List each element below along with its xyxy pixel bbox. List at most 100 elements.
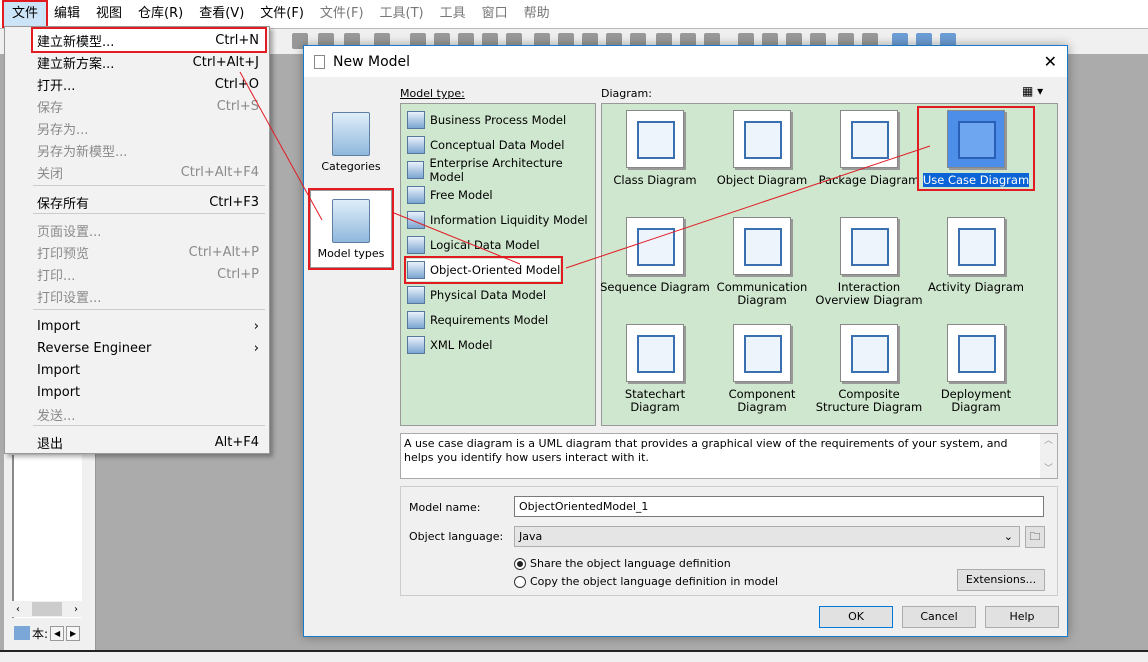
- menu-item-label: Import: [37, 318, 81, 334]
- model-type-item[interactable]: XML Model: [407, 334, 492, 356]
- menu-0[interactable]: 文件: [1, 0, 49, 28]
- file-menu-item[interactable]: 关闭 Ctrl+Alt+F4: [33, 161, 265, 183]
- diagram-icon: [947, 324, 1005, 382]
- model-type-item[interactable]: Requirements Model: [407, 309, 548, 331]
- model-type-icon: [407, 161, 425, 179]
- diagram-label: Interaction Overview Diagram: [815, 280, 923, 307]
- menu-6[interactable]: 文件(F): [312, 2, 372, 26]
- model-type-icon: [407, 311, 425, 329]
- diagram-item[interactable]: Package Diagram: [814, 110, 924, 187]
- radio-share-language[interactable]: Share the object language definition: [514, 557, 731, 570]
- file-menu-item[interactable]: Import: [33, 381, 265, 403]
- file-menu-item[interactable]: 打开... Ctrl+O: [33, 73, 265, 95]
- model-types-icon: [332, 199, 370, 243]
- model-type-item[interactable]: Conceptual Data Model: [407, 134, 564, 156]
- diagram-item[interactable]: Communication Diagram: [707, 217, 817, 307]
- diagram-item[interactable]: Object Diagram: [707, 110, 817, 187]
- model-type-item[interactable]: Enterprise Architecture Model: [407, 156, 595, 184]
- diagram-item[interactable]: Activity Diagram: [921, 217, 1031, 294]
- diagram-label: Component Diagram: [728, 387, 796, 414]
- file-menu-item[interactable]: 退出 Alt+F4: [33, 431, 265, 453]
- diagram-item[interactable]: Interaction Overview Diagram: [814, 217, 924, 307]
- model-type-icon: [407, 286, 425, 304]
- view-mode-icon[interactable]: ▦ ▾: [1022, 84, 1043, 98]
- file-menu-item[interactable]: 另存为新模型...: [33, 139, 265, 161]
- diagram-icon: [840, 110, 898, 168]
- cancel-button[interactable]: Cancel: [902, 606, 976, 628]
- diagram-item[interactable]: Composite Structure Diagram: [814, 324, 924, 414]
- category-categories[interactable]: Categories: [310, 112, 392, 173]
- menu-8[interactable]: 工具: [432, 2, 474, 26]
- menu-item-label: Reverse Engineer: [37, 340, 152, 356]
- description-scrollbar[interactable]: ︿ ﹀: [1040, 434, 1057, 478]
- menu-9[interactable]: 窗口: [474, 2, 516, 26]
- scroll-left-icon[interactable]: ‹: [16, 604, 20, 615]
- radio-indicator[interactable]: [514, 575, 526, 588]
- file-menu-item[interactable]: Reverse Engineer ›: [33, 337, 265, 359]
- menu-item-label: 打印设置...: [37, 290, 102, 306]
- model-type-item[interactable]: Physical Data Model: [407, 284, 546, 306]
- menu-item-label: 打印预览: [37, 246, 90, 262]
- diagram-item[interactable]: Component Diagram: [707, 324, 817, 414]
- category-model-types[interactable]: Model types: [308, 188, 394, 270]
- category-label: Model types: [317, 247, 385, 260]
- tab-next-button[interactable]: ▶: [66, 625, 81, 641]
- model-type-item[interactable]: Free Model: [407, 184, 493, 206]
- menu-5[interactable]: 文件(F): [252, 2, 312, 26]
- menu-item-shortcut: Ctrl+Alt+J: [192, 54, 259, 70]
- menu-item-shortcut: ›: [253, 340, 259, 356]
- file-menu-item[interactable]: 打印设置...: [33, 285, 265, 307]
- menu-1[interactable]: 编辑: [46, 2, 88, 26]
- help-button[interactable]: Help: [985, 606, 1059, 628]
- tab-prev-button[interactable]: ◀: [50, 625, 65, 641]
- menu-4[interactable]: 查看(V): [191, 2, 252, 26]
- scroll-right-icon[interactable]: ›: [74, 604, 78, 615]
- diagram-item[interactable]: Class Diagram: [600, 110, 710, 187]
- file-menu-item[interactable]: 保存 Ctrl+S: [33, 95, 265, 117]
- file-menu-item[interactable]: 建立新模型... Ctrl+N: [31, 27, 267, 53]
- chevron-down-icon: ⌄: [1003, 530, 1013, 543]
- diagram-item[interactable]: Statechart Diagram: [600, 324, 710, 414]
- diagram-item[interactable]: Sequence Diagram: [600, 217, 710, 294]
- diagram-icon: [733, 324, 791, 382]
- menu-7[interactable]: 工具(T): [372, 2, 432, 26]
- diagram-item[interactable]: Use Case Diagram: [917, 106, 1035, 191]
- file-menu-item[interactable]: 另存为...: [33, 117, 265, 139]
- model-type-item[interactable]: Object-Oriented Model: [403, 256, 564, 284]
- menu-10[interactable]: 帮助: [516, 2, 558, 26]
- model-type-item[interactable]: Information Liquidity Model: [407, 209, 588, 231]
- diagram-item[interactable]: Deployment Diagram: [921, 324, 1031, 414]
- browser-tab-local[interactable]: 本:: [32, 625, 48, 642]
- radio-indicator[interactable]: [514, 557, 526, 570]
- file-menu-item[interactable]: 页面设置...: [33, 219, 265, 241]
- diagram-icon: [840, 324, 898, 382]
- file-menu-item[interactable]: 保存所有 Ctrl+F3: [33, 191, 265, 213]
- extensions-button[interactable]: Extensions...: [957, 569, 1045, 591]
- menu-item-shortcut: Ctrl+Alt+P: [188, 244, 259, 260]
- object-browser-tree[interactable]: [12, 455, 82, 618]
- file-menu-item[interactable]: 打印... Ctrl+P: [33, 263, 265, 285]
- file-menu-item[interactable]: 发送...: [33, 403, 265, 425]
- file-menu-item[interactable]: Import: [33, 359, 265, 381]
- horizontal-scrollbar[interactable]: ‹ ›: [12, 601, 82, 617]
- close-icon[interactable]: ✕: [1044, 52, 1057, 71]
- menu-separator: [33, 213, 265, 214]
- model-type-item[interactable]: Logical Data Model: [407, 234, 540, 256]
- file-menu-item[interactable]: 建立新方案... Ctrl+Alt+J: [33, 51, 265, 73]
- browse-folder-button[interactable]: 🗀: [1025, 526, 1045, 548]
- model-settings-group: Model name: ObjectOrientedModel_1 Object…: [400, 486, 1058, 596]
- object-language-select[interactable]: Java ⌄: [514, 526, 1020, 547]
- radio-copy-language[interactable]: Copy the object language definition in m…: [514, 575, 778, 588]
- menu-separator: [33, 309, 265, 310]
- menu-2[interactable]: 视图: [88, 2, 130, 26]
- model-type-icon: [407, 111, 425, 129]
- file-menu-item[interactable]: 打印预览 Ctrl+Alt+P: [33, 241, 265, 263]
- ok-button[interactable]: OK: [819, 606, 893, 628]
- model-name-input[interactable]: ObjectOrientedModel_1: [514, 496, 1044, 517]
- file-menu-item[interactable]: Import ›: [33, 315, 265, 337]
- menu-3[interactable]: 仓库(R): [130, 2, 191, 26]
- model-type-item[interactable]: Business Process Model: [407, 109, 566, 131]
- menu-item-label: 发送...: [37, 408, 76, 424]
- scroll-thumb[interactable]: [32, 602, 62, 616]
- menu-item-label: 打开...: [37, 78, 76, 94]
